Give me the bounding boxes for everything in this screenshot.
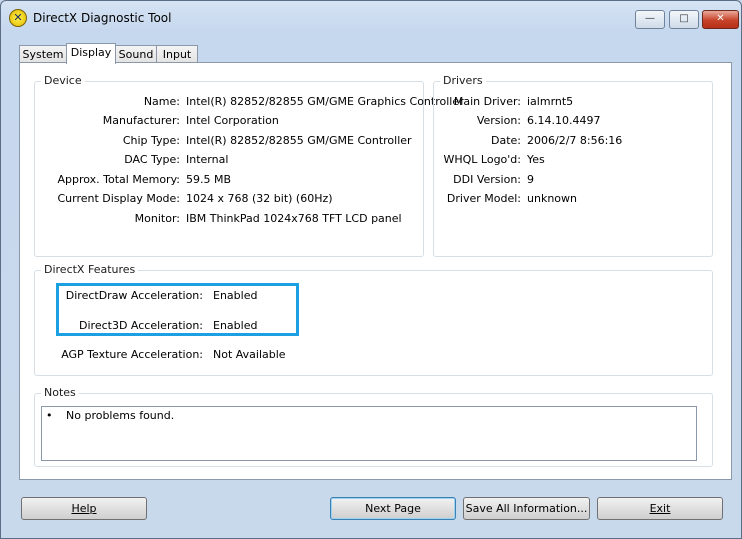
agp-texture-label: AGP Texture Acceleration: (61, 348, 203, 361)
dac-type-label: DAC Type: (124, 153, 180, 166)
exit-button[interactable]: Exit (597, 497, 723, 520)
save-all-information-button[interactable]: Save All Information... (463, 497, 590, 520)
help-button[interactable]: Help (21, 497, 147, 520)
exit-button-label: Exit (649, 502, 671, 515)
whql-value: Yes (527, 153, 545, 166)
device-name-value: Intel(R) 82852/82855 GM/GME Graphics Con… (186, 95, 464, 108)
dac-type-value: Internal (186, 153, 229, 166)
notes-group: Notes • No problems found. (34, 386, 713, 467)
tab-display[interactable]: Display (66, 43, 116, 64)
drivers-group: Drivers Main Driver: ialmrnt5 Version: 6… (433, 74, 713, 257)
manufacturer-label: Manufacturer: (102, 114, 180, 127)
driver-model-value: unknown (527, 192, 577, 205)
device-group-label: Device (41, 74, 85, 87)
notes-textbox[interactable]: • No problems found. (41, 406, 697, 461)
display-tab-panel: Device Name: Intel(R) 82852/82855 GM/GME… (19, 62, 732, 480)
display-mode-label: Current Display Mode: (57, 192, 180, 205)
agp-texture-value: Not Available (213, 348, 286, 361)
monitor-label: Monitor: (134, 212, 180, 225)
tab-system[interactable]: System (19, 45, 67, 63)
memory-value: 59.5 MB (186, 173, 232, 186)
drivers-group-label: Drivers (440, 74, 486, 87)
features-group-label: DirectX Features (41, 263, 139, 276)
next-page-button[interactable]: Next Page (330, 497, 456, 520)
date-value: 2006/2/7 8:56:16 (527, 134, 623, 147)
tab-input[interactable]: Input (156, 45, 198, 63)
chip-type-label: Chip Type: (122, 134, 180, 147)
note-bullet: • (46, 409, 53, 422)
memory-label: Approx. Total Memory: (57, 173, 181, 186)
version-value: 6.14.10.4497 (527, 114, 601, 127)
acceleration-highlight-box (56, 283, 299, 336)
minimize-button[interactable]: — (635, 10, 665, 29)
note-item: No problems found. (66, 409, 175, 422)
title-bar[interactable]: ✕ DirectX Diagnostic Tool — □ ✕ (1, 1, 741, 37)
date-label: Date: (491, 134, 521, 147)
version-label: Version: (476, 114, 521, 127)
manufacturer-value: Intel Corporation (186, 114, 279, 127)
notes-group-label: Notes (41, 386, 79, 399)
maximize-button[interactable]: □ (669, 10, 699, 29)
dxdiag-window: ✕ DirectX Diagnostic Tool — □ ✕ System D… (0, 0, 742, 539)
ddi-version-label: DDI Version: (453, 173, 521, 186)
device-group: Device Name: Intel(R) 82852/82855 GM/GME… (34, 74, 464, 257)
help-button-label: Help (71, 502, 97, 515)
driver-model-label: Driver Model: (446, 192, 521, 205)
chip-type-value: Intel(R) 82852/82855 GM/GME Controller (186, 134, 412, 147)
main-driver-value: ialmrnt5 (527, 95, 574, 108)
monitor-value: IBM ThinkPad 1024x768 TFT LCD panel (186, 212, 402, 225)
window-title: DirectX Diagnostic Tool (33, 11, 172, 25)
directx-logo-icon: ✕ (9, 9, 27, 27)
close-button[interactable]: ✕ (702, 10, 739, 29)
main-driver-label: Main Driver: (453, 95, 521, 108)
whql-label: WHQL Logo'd: (443, 153, 521, 166)
tab-sound[interactable]: Sound (115, 45, 157, 63)
device-name-label: Name: (143, 95, 180, 108)
display-mode-value: 1024 x 768 (32 bit) (60Hz) (186, 192, 333, 205)
ddi-version-value: 9 (527, 173, 534, 186)
